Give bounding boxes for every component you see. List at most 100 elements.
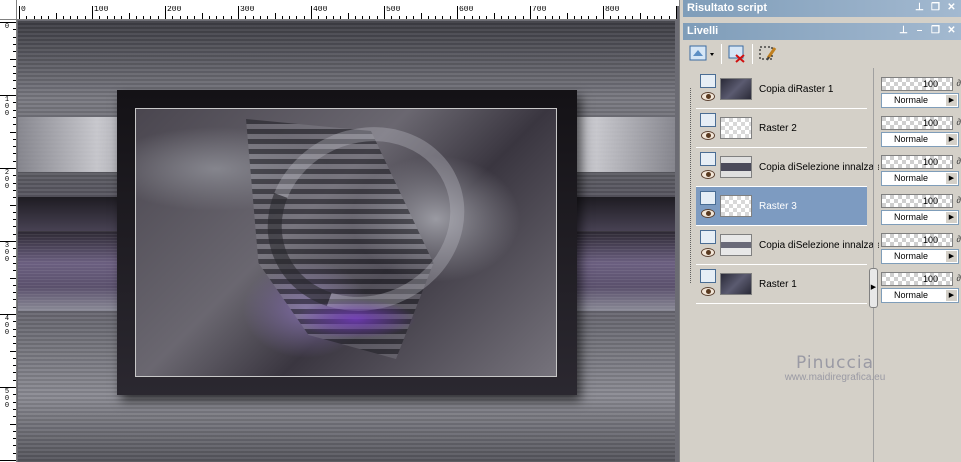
dropdown-arrow-icon[interactable]: ▶ — [946, 134, 957, 145]
pin-icon[interactable]: ⊥ — [897, 24, 910, 37]
ruler-tick — [544, 16, 546, 19]
opacity-slider[interactable]: 100 — [881, 155, 953, 169]
delete-layer-button[interactable] — [726, 43, 748, 65]
panel-splitter[interactable] — [679, 0, 682, 462]
ruler-tick — [646, 16, 648, 19]
ruler-tick — [10, 58, 16, 60]
layer-row[interactable]: Raster 2 — [696, 109, 867, 148]
eye-icon[interactable] — [701, 131, 715, 140]
opacity-value: 100 — [922, 79, 938, 89]
ruler-tick — [347, 13, 349, 19]
ruler-label: 200 — [167, 6, 182, 14]
script-output-panel-title[interactable]: Risultato script ⊥ ❐ ✕ — [683, 0, 961, 17]
link-icon[interactable]: ∂ — [957, 273, 961, 283]
ruler-tick — [530, 6, 531, 19]
ruler-tick — [13, 262, 16, 264]
link-icon[interactable]: ∂ — [957, 156, 961, 166]
eye-icon[interactable] — [701, 248, 715, 257]
ruler-tick — [135, 16, 137, 19]
dropdown-arrow-icon[interactable]: ▶ — [946, 290, 957, 301]
ruler-tick — [13, 226, 16, 228]
ruler-label: 500 — [4, 388, 10, 410]
ruler-tick — [566, 13, 568, 19]
new-layer-button[interactable] — [687, 43, 717, 65]
layer-row[interactable]: Copia diSelezione innalzata — [696, 148, 882, 187]
layer-row[interactable]: Raster 1 — [696, 265, 867, 304]
ruler-tick — [26, 16, 28, 19]
toolbar-separator — [721, 44, 722, 64]
opacity-slider[interactable]: 100 — [881, 116, 953, 130]
ruler-tick — [551, 16, 553, 19]
ruler-tick — [223, 16, 225, 19]
eye-icon[interactable] — [701, 170, 715, 179]
link-icon[interactable]: ∂ — [957, 78, 961, 88]
eye-icon[interactable] — [701, 209, 715, 218]
restore-icon[interactable]: ❐ — [929, 1, 942, 14]
ruler-tick — [427, 16, 429, 19]
link-icon[interactable]: ∂ — [957, 117, 961, 127]
ruler-tick — [13, 182, 16, 184]
collapse-arrow-icon[interactable]: ▶ — [869, 268, 878, 308]
blend-mode-select[interactable]: Normale ▶ — [881, 249, 959, 264]
dropdown-arrow-icon[interactable]: ▶ — [946, 173, 957, 184]
ruler-tick — [281, 16, 283, 19]
ruler-tick — [581, 16, 583, 19]
layer-row-selected[interactable]: Raster 3 — [696, 187, 867, 226]
dropdown-arrow-icon[interactable]: ▶ — [946, 95, 957, 106]
layer-type-icon — [700, 74, 716, 88]
ruler-tick — [632, 16, 634, 19]
properties-splitter[interactable] — [873, 68, 878, 462]
ruler-tick — [13, 233, 16, 235]
layer-properties-row: 100 ∂ Normale ▶ — [881, 150, 961, 189]
eye-icon[interactable] — [701, 92, 715, 101]
blend-mode-select[interactable]: Normale ▶ — [881, 171, 959, 186]
ruler-tick — [216, 16, 218, 19]
dropdown-arrow-icon[interactable]: ▶ — [946, 251, 957, 262]
layer-row[interactable]: Copia diRaster 1 — [696, 70, 867, 109]
dropdown-arrow-icon[interactable]: ▶ — [946, 212, 957, 223]
eye-icon[interactable] — [701, 287, 715, 296]
ruler-tick — [457, 6, 458, 19]
link-icon[interactable]: ∂ — [957, 234, 961, 244]
document-image[interactable] — [18, 21, 675, 462]
blend-mode-select[interactable]: Normale ▶ — [881, 132, 959, 147]
opacity-slider[interactable]: 100 — [881, 272, 953, 286]
canvas-area[interactable]: 0 100 200 300 400 500 600 700 800 0 100 200 300 400 5… — [0, 0, 679, 462]
script-output-title: Risultato script — [687, 2, 768, 14]
layer-thumbnail — [720, 78, 752, 100]
ruler-tick — [62, 16, 64, 19]
ruler-tick — [33, 16, 35, 19]
ruler-label: 600 — [459, 6, 474, 14]
pin-icon[interactable]: ⊥ — [913, 1, 926, 14]
ruler-tick — [13, 219, 16, 221]
opacity-slider[interactable]: 100 — [881, 233, 953, 247]
ruler-tick — [13, 328, 16, 330]
ruler-tick — [238, 6, 239, 19]
minimize-icon[interactable]: – — [913, 24, 926, 37]
close-icon[interactable]: ✕ — [945, 1, 958, 14]
ruler-tick — [13, 29, 16, 31]
close-icon[interactable]: ✕ — [945, 24, 958, 37]
layer-properties-row: 100 ∂ Normale ▶ — [881, 72, 961, 111]
ruler-tick — [500, 16, 502, 19]
blend-mode-value: Normale — [894, 290, 929, 300]
opacity-slider[interactable]: 100 — [881, 194, 953, 208]
ruler-tick — [13, 452, 16, 454]
layer-row[interactable]: Copia diSelezione innalzata — [696, 226, 882, 265]
link-icon[interactable]: ∂ — [957, 195, 961, 205]
ruler-tick — [13, 189, 16, 191]
ruler-vertical: 0 100 200 300 400 500 — [0, 20, 17, 462]
layers-panel-title[interactable]: Livelli ⊥ – ❐ ✕ — [683, 23, 961, 40]
ruler-tick — [573, 16, 575, 19]
opacity-slider[interactable]: 100 — [881, 77, 953, 91]
edit-selection-button[interactable] — [757, 43, 779, 65]
blend-mode-select[interactable]: Normale ▶ — [881, 93, 959, 108]
opacity-value: 100 — [922, 196, 938, 206]
restore-icon[interactable]: ❐ — [929, 24, 942, 37]
ruler-tick — [639, 13, 641, 19]
ruler-tick — [13, 343, 16, 345]
blend-mode-select[interactable]: Normale ▶ — [881, 210, 959, 225]
ruler-horizontal: 0 100 200 300 400 500 600 700 800 — [17, 6, 677, 20]
ruler-tick — [13, 80, 16, 82]
blend-mode-select[interactable]: Normale ▶ — [881, 288, 959, 303]
